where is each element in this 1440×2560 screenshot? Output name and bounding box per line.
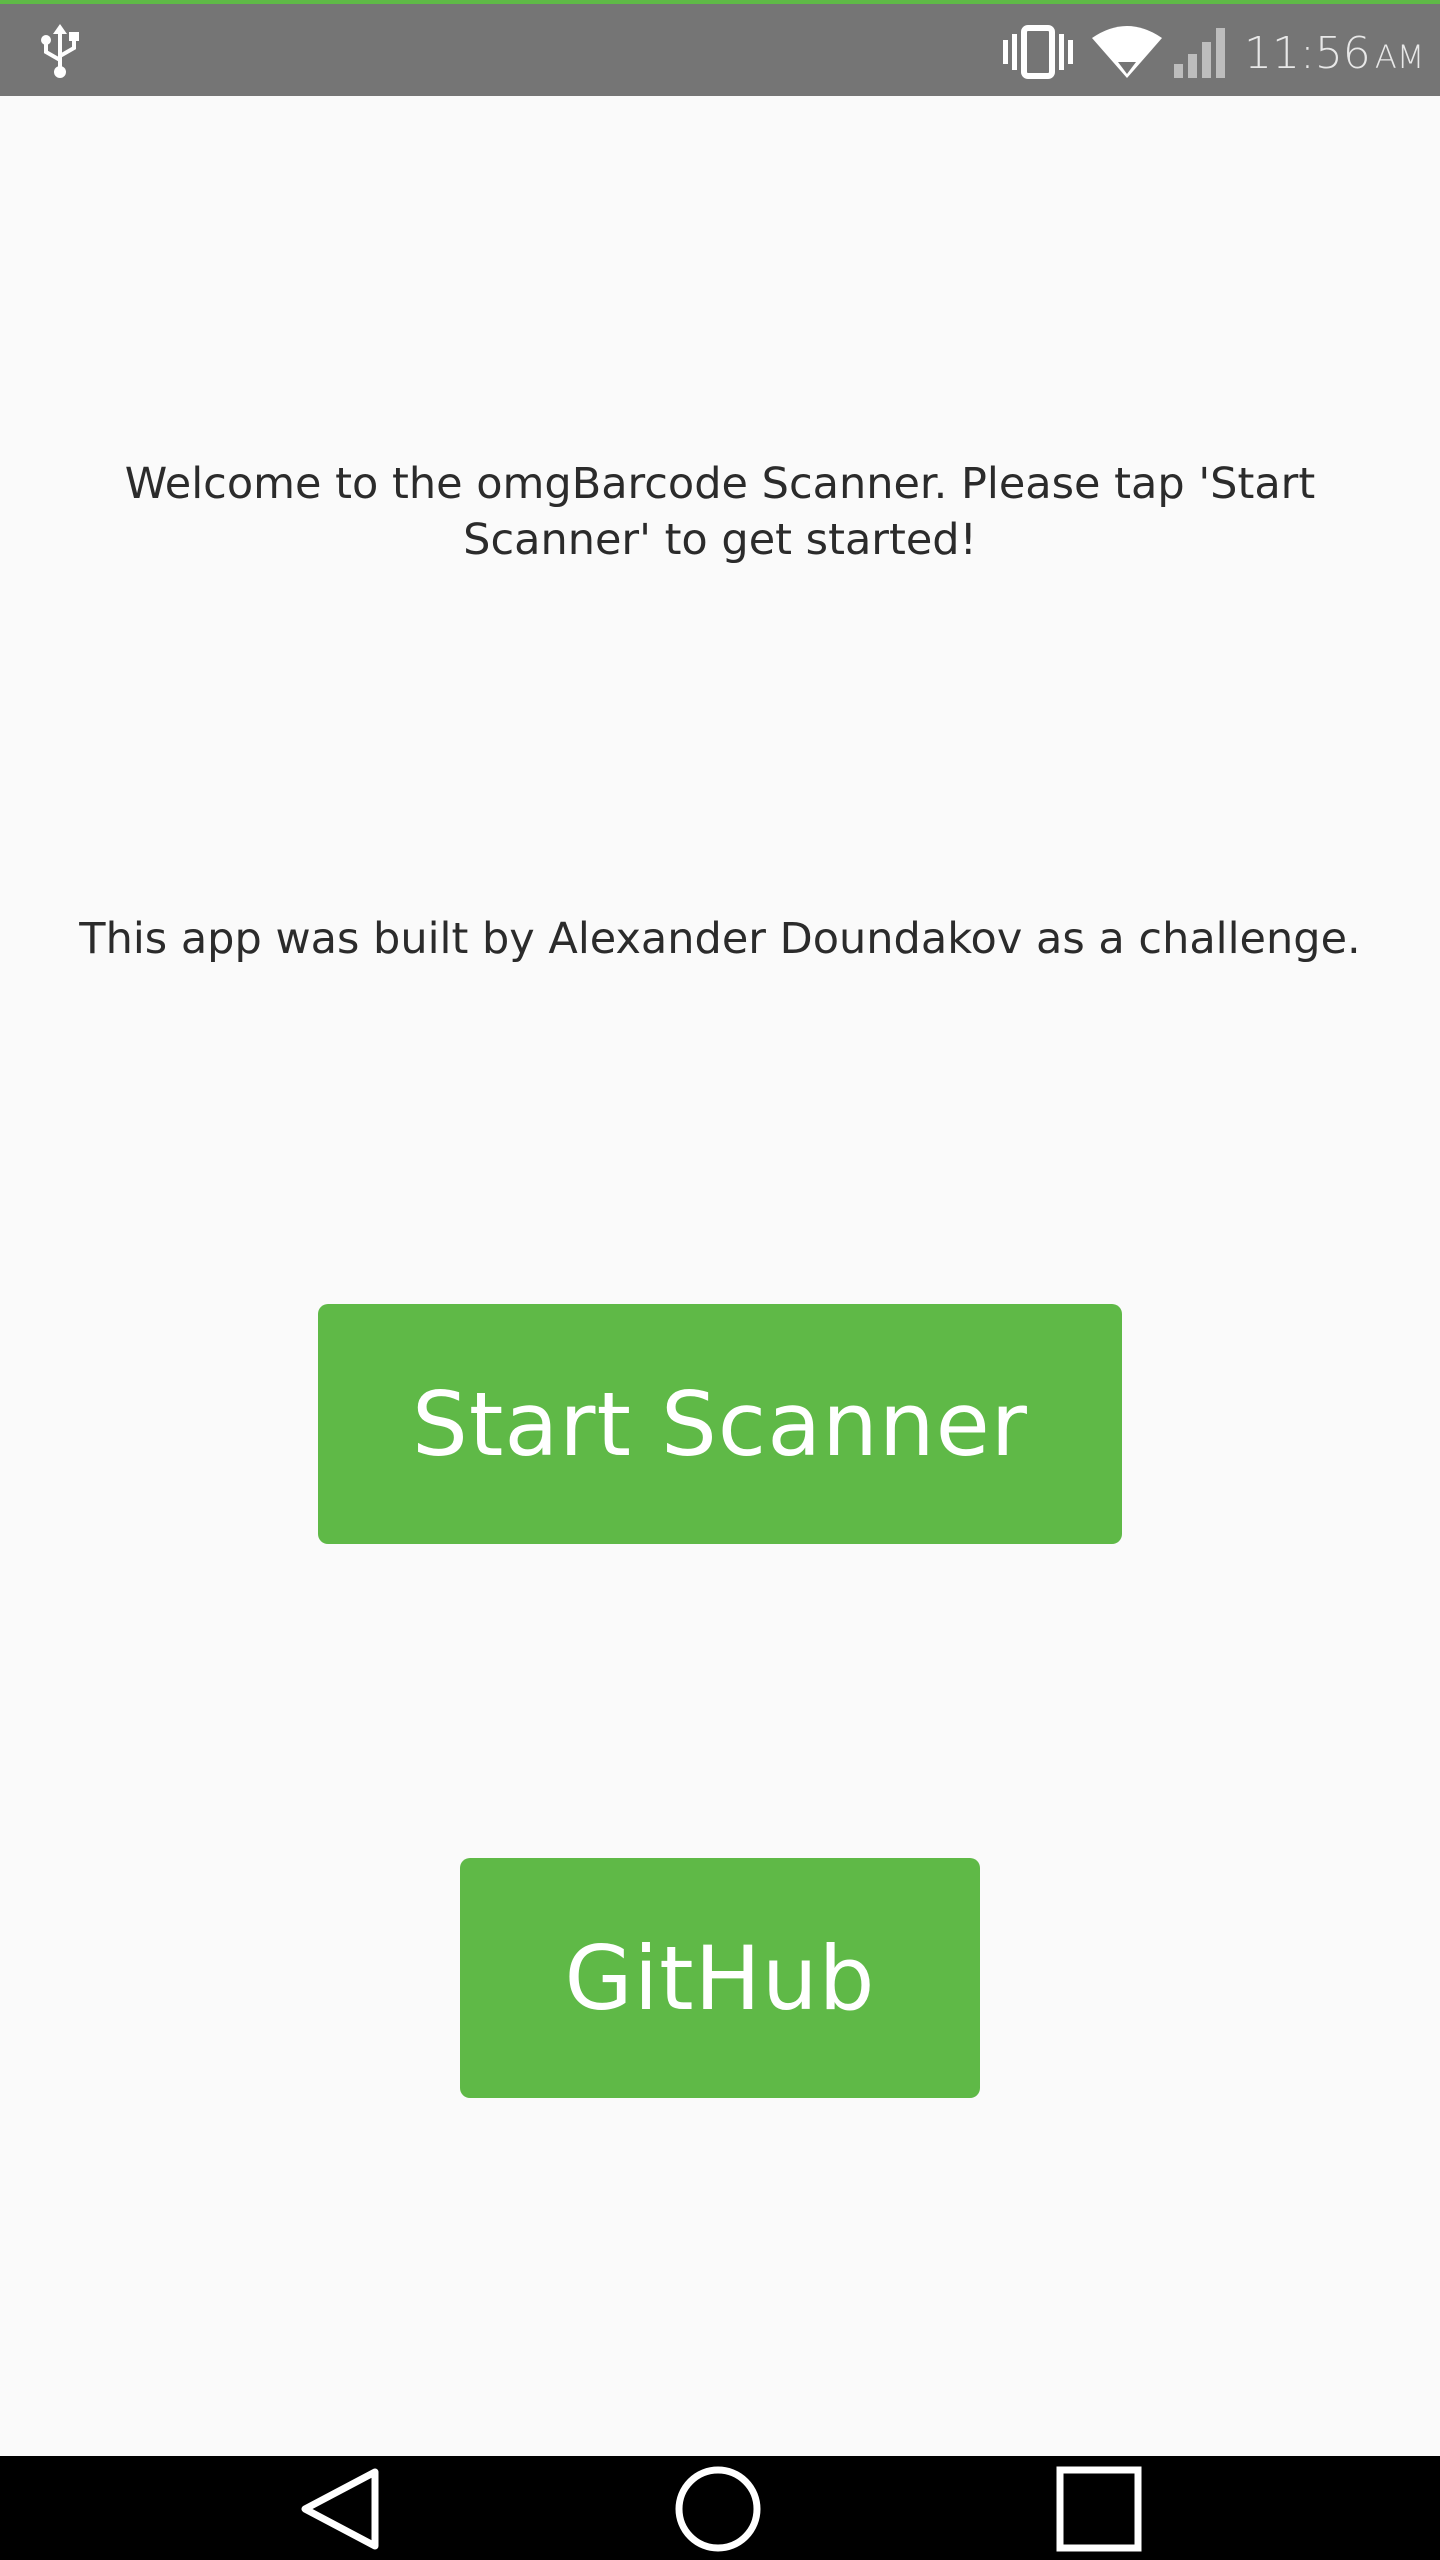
start-scanner-button[interactable]: Start Scanner — [318, 1304, 1122, 1544]
status-bar: 11:56 AM — [0, 0, 1440, 96]
welcome-text: Welcome to the omgBarcode Scanner. Pleas… — [124, 459, 1316, 565]
github-button[interactable]: GitHub — [460, 1858, 980, 2098]
usb-icon — [41, 24, 79, 78]
home-icon[interactable] — [673, 2464, 763, 2554]
navigation-bar — [0, 2456, 1440, 2560]
start-scanner-button-label: Start Scanner — [412, 1372, 1028, 1476]
signal-icon — [1174, 28, 1225, 78]
vibrate-icon — [1003, 25, 1073, 79]
wifi-icon — [1092, 26, 1162, 78]
recents-icon[interactable] — [1054, 2464, 1144, 2554]
status-time: 11:56 AM — [1244, 18, 1424, 90]
status-time-value: 11:56 — [1244, 28, 1371, 79]
github-button-label: GitHub — [564, 1926, 876, 2030]
main-content: Welcome to the omgBarcode Scanner. Pleas… — [0, 96, 1440, 2456]
status-time-ampm: AM — [1374, 38, 1425, 76]
back-icon[interactable] — [295, 2464, 385, 2554]
credit-text: This app was built by Alexander Doundako… — [79, 914, 1361, 964]
